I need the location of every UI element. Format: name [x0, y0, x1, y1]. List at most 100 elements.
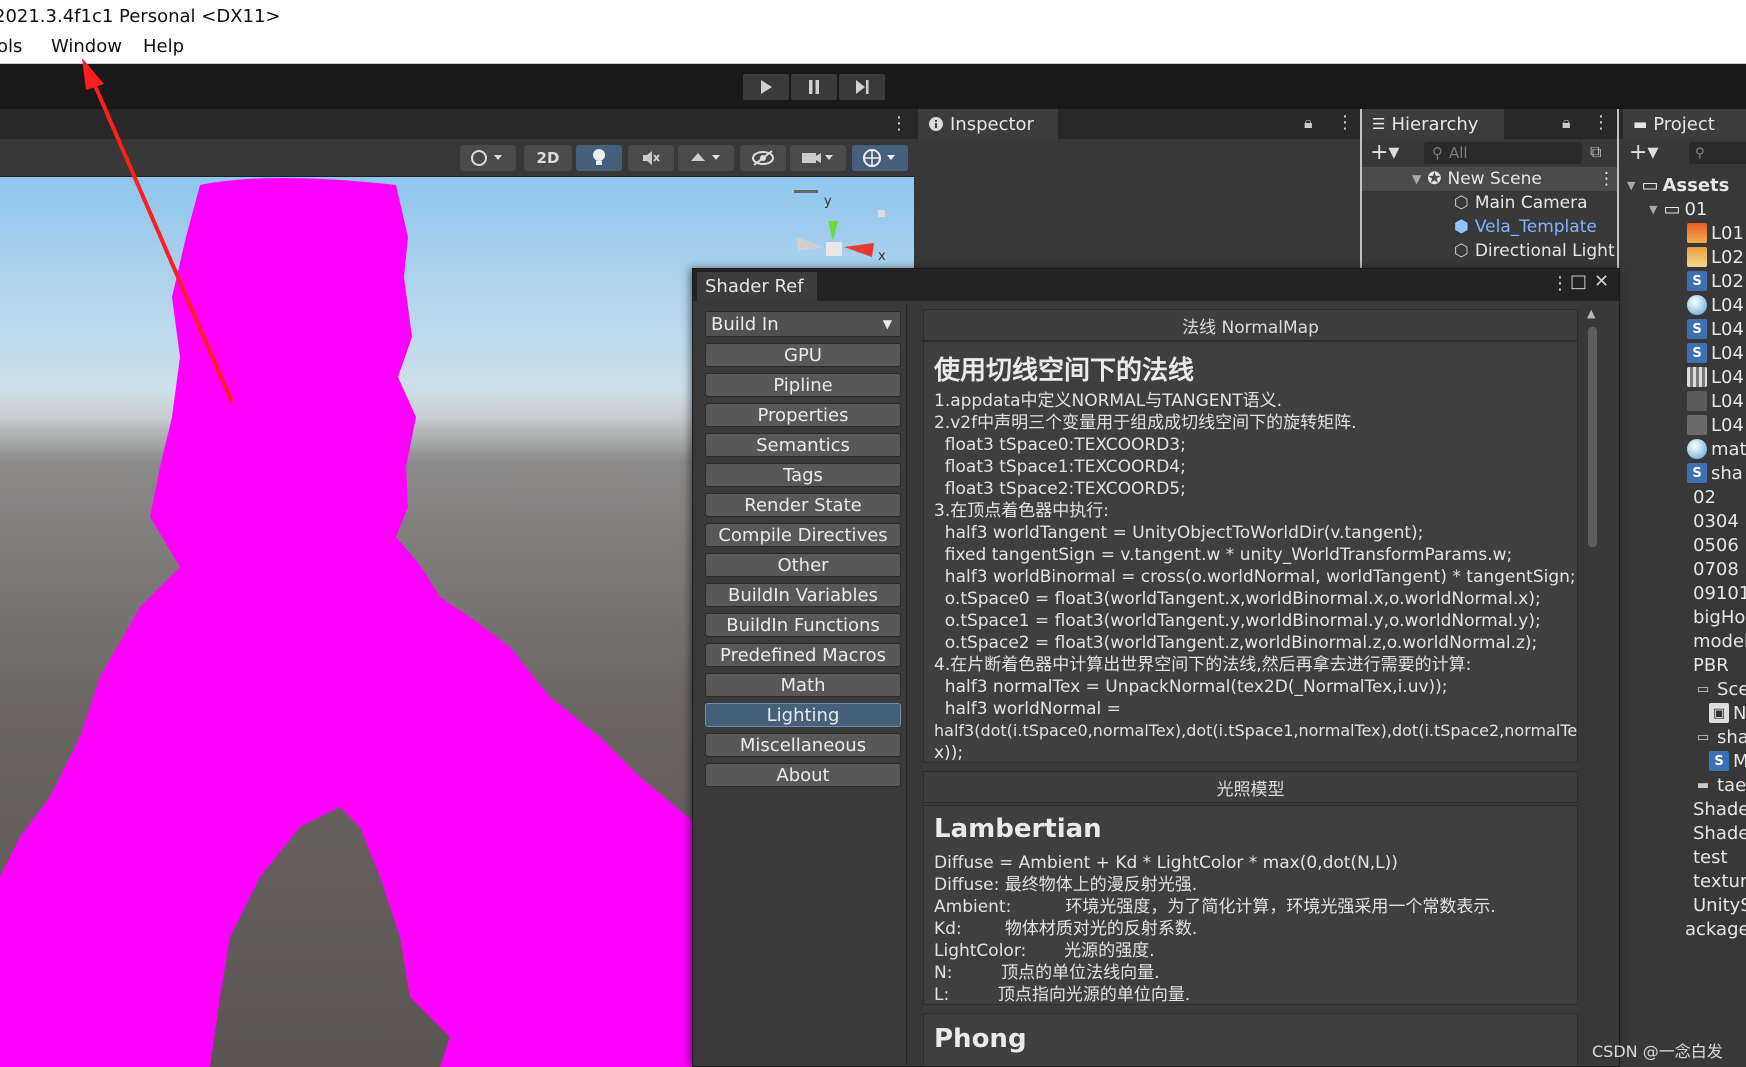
project-assets-root[interactable]: ▼ ▭ Assets — [1619, 173, 1746, 197]
nav-buildin-functions[interactable]: BuildIn Functions — [705, 613, 901, 637]
project-item[interactable]: S L02 — [1687, 269, 1746, 293]
project-folder-01[interactable]: ▼ ▭ 01 — [1619, 197, 1746, 221]
effects-toggle[interactable] — [678, 145, 734, 171]
project-item[interactable]: L01 — [1687, 221, 1746, 245]
nav-semantics[interactable]: Semantics — [705, 433, 901, 457]
hierarchy-add-button[interactable]: +▾ — [1370, 140, 1399, 165]
project-item[interactable]: mat — [1687, 437, 1746, 461]
hierarchy-item-label: Vela_Template — [1474, 217, 1597, 237]
hierarchy-menu-icon[interactable]: ⋮ — [1592, 112, 1610, 133]
maximize-icon[interactable]: □ — [1570, 271, 1587, 292]
project-item[interactable]: Ssha — [1687, 461, 1746, 485]
info-icon — [929, 117, 943, 131]
nav-compile-directives[interactable]: Compile Directives — [705, 523, 901, 547]
folder-icon: ▬ — [1633, 115, 1648, 133]
nav-tags[interactable]: Tags — [705, 463, 901, 487]
nav-pipline[interactable]: Pipline — [705, 373, 901, 397]
shader-ref-menu-icon[interactable]: ⋮ — [1551, 273, 1569, 294]
project-item[interactable]: L04 — [1687, 413, 1746, 437]
scroll-thumb[interactable] — [1588, 327, 1597, 547]
nav-properties[interactable]: Properties — [705, 403, 901, 427]
text-line: Diffuse = Ambient + Kd * LightColor * ma… — [934, 853, 1398, 873]
camera-settings-button[interactable] — [790, 145, 846, 171]
project-item[interactable]: ▬taec — [1693, 773, 1746, 797]
tab-project[interactable]: ▬ Project — [1623, 109, 1746, 139]
project-item[interactable]: 0708 — [1693, 557, 1746, 581]
step-button[interactable] — [839, 74, 885, 100]
project-item[interactable]: Shade — [1693, 797, 1746, 821]
nav-miscellaneous[interactable]: Miscellaneous — [705, 733, 901, 757]
project-item[interactable]: ▣ N — [1709, 701, 1746, 725]
draw-mode-button[interactable] — [460, 145, 516, 171]
tab-hierarchy[interactable]: ☰ Hierarchy — [1362, 109, 1504, 139]
project-item[interactable]: 0304 — [1693, 509, 1746, 533]
project-item[interactable]: bigHo — [1693, 605, 1746, 629]
project-add-button[interactable]: +▾ — [1629, 140, 1658, 165]
project-search-field[interactable]: ⚲ — [1689, 142, 1746, 164]
hierarchy-item-vela-template[interactable]: ⬢ Vela_Template — [1362, 215, 1617, 239]
project-item[interactable]: L04 — [1687, 293, 1746, 317]
tab-inspector[interactable]: Inspector — [918, 109, 1058, 139]
gizmos-button[interactable] — [852, 145, 908, 171]
close-icon[interactable]: ✕ — [1594, 271, 1609, 292]
text-line: L: 顶点指向光源的单位向量. — [934, 985, 1191, 1005]
nav-gpu[interactable]: GPU — [705, 343, 901, 367]
scene-file-icon: ▣ — [1709, 703, 1729, 723]
project-item[interactable]: L04 — [1687, 389, 1746, 413]
tab-shader-ref[interactable]: Shader Ref — [697, 272, 817, 301]
play-button[interactable] — [743, 74, 789, 100]
text-line: half3 normalTex = UnpackNormal(tex2D(_No… — [934, 677, 1448, 697]
scroll-up-icon[interactable]: ▲ — [1587, 307, 1595, 320]
nav-render-state[interactable]: Render State — [705, 493, 901, 517]
project-item[interactable]: S L04 — [1687, 317, 1746, 341]
hidden-objects-toggle[interactable] — [740, 145, 786, 171]
scene-menu-icon[interactable]: ⋮ — [890, 113, 908, 134]
project-item[interactable]: SM — [1709, 749, 1746, 773]
project-item[interactable]: 0506 — [1693, 533, 1746, 557]
hierarchy-lock-icon[interactable]: 🔒︎ — [1562, 113, 1571, 133]
project-item[interactable]: S L04 — [1687, 341, 1746, 365]
audio-toggle[interactable] — [628, 145, 674, 171]
menu-help[interactable]: Help — [143, 36, 184, 57]
hierarchy-item-main-camera[interactable]: ⬡ Main Camera — [1362, 191, 1617, 215]
project-item[interactable]: 02 — [1693, 485, 1746, 509]
project-item[interactable]: model — [1693, 629, 1746, 653]
project-item[interactable]: ▭ sha — [1693, 725, 1746, 749]
inspector-lock-icon[interactable]: 🔒︎ — [1304, 113, 1313, 133]
project-item[interactable]: PBR — [1693, 653, 1746, 677]
project-item[interactable]: L04 — [1687, 365, 1746, 389]
project-item[interactable]: ackage — [1685, 917, 1746, 941]
project-item[interactable]: Shade — [1693, 821, 1746, 845]
content-scrollbar[interactable]: ▲ — [1585, 307, 1599, 1066]
step-icon — [856, 80, 869, 94]
project-item[interactable]: textur — [1693, 869, 1746, 893]
shader-icon: S — [1687, 343, 1707, 363]
hierarchy-item-directional-light[interactable]: ⬡ Directional Light — [1362, 239, 1617, 263]
menu-window[interactable]: Window — [51, 36, 122, 57]
nav-about[interactable]: About — [705, 763, 901, 787]
project-item[interactable]: ▭ Sce — [1693, 677, 1746, 701]
project-item[interactable]: test — [1693, 845, 1746, 869]
nav-other[interactable]: Other — [705, 553, 901, 577]
inspector-menu-icon[interactable]: ⋮ — [1336, 112, 1354, 133]
lighting-toggle[interactable] — [576, 145, 622, 171]
scene-row[interactable]: ▼ ✪ New Scene ⋮ — [1362, 167, 1617, 191]
project-item[interactable]: L02 — [1687, 245, 1746, 269]
nav-math[interactable]: Math — [705, 673, 901, 697]
text-line: half3 worldNormal = — [934, 699, 1121, 719]
hierarchy-search-placeholder: All — [1449, 144, 1468, 162]
toggle-2d-button[interactable]: 2D — [524, 145, 572, 171]
pipeline-dropdown[interactable]: Build In ▼ — [705, 311, 901, 337]
nav-buildin-variables[interactable]: BuildIn Variables — [705, 583, 901, 607]
watermark: CSDN @一念白发 — [1592, 1042, 1723, 1061]
main-toolbar — [0, 64, 1746, 109]
pause-button[interactable] — [791, 74, 837, 100]
project-item[interactable]: UnityS — [1693, 893, 1746, 917]
scene-menu-icon[interactable]: ⋮ — [1598, 169, 1615, 189]
hierarchy-filter-icon[interactable]: ⧉ — [1590, 142, 1601, 162]
menu-tools[interactable]: Tools — [0, 36, 22, 57]
project-item[interactable]: 09101 — [1693, 581, 1746, 605]
hierarchy-search-field[interactable]: ⚲ All — [1424, 142, 1582, 164]
nav-lighting[interactable]: Lighting — [705, 703, 901, 727]
nav-predefined-macros[interactable]: Predefined Macros — [705, 643, 901, 667]
